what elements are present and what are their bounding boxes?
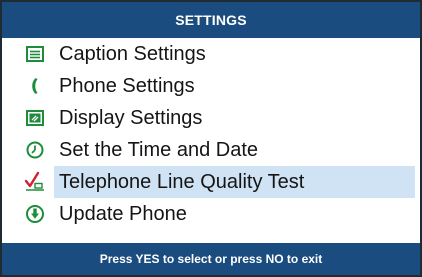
instruction-text: Press YES to select or press NO to exit (99, 252, 323, 266)
menu-item-phone-settings[interactable]: Phone Settings (2, 70, 420, 102)
instruction-bar: Press YES to select or press NO to exit (2, 243, 420, 275)
settings-screen: SETTINGS Caption Settings Phone Settings (0, 0, 422, 277)
menu-item-label: Caption Settings (59, 43, 206, 65)
title-bar: SETTINGS (2, 2, 420, 38)
menu-item-time-date[interactable]: Set the Time and Date (2, 134, 420, 166)
page-title: SETTINGS (175, 12, 247, 28)
phone-handset-icon (24, 75, 46, 97)
menu-item-label: Telephone Line Quality Test (59, 171, 305, 193)
menu-item-label: Display Settings (59, 107, 203, 129)
clock-icon (24, 139, 46, 161)
display-icon (24, 107, 46, 129)
menu-item-line-quality-test[interactable]: Telephone Line Quality Test (2, 166, 420, 198)
caption-icon (24, 43, 46, 65)
line-test-icon (24, 171, 46, 193)
menu-item-update-phone[interactable]: Update Phone (2, 198, 420, 230)
menu-item-display-settings[interactable]: Display Settings (2, 102, 420, 134)
download-arrow-icon (24, 203, 46, 225)
settings-menu: Caption Settings Phone Settings Display … (2, 38, 420, 230)
menu-item-label: Phone Settings (59, 75, 195, 97)
menu-item-caption-settings[interactable]: Caption Settings (2, 38, 420, 70)
menu-item-label: Update Phone (59, 203, 187, 225)
menu-item-label: Set the Time and Date (59, 139, 259, 161)
